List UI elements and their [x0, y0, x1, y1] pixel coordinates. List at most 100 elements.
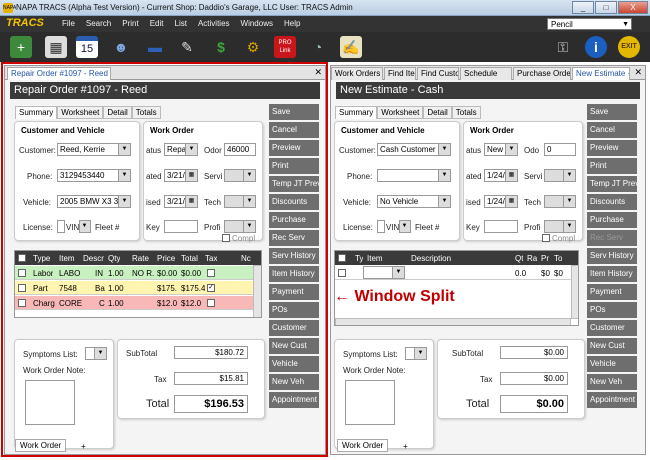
- horizontal-scrollbar[interactable]: [335, 318, 571, 325]
- vin-dropdown[interactable]: ▼: [79, 220, 91, 233]
- promised-date[interactable]: 1/24/▦: [484, 195, 518, 208]
- prolink-icon[interactable]: PRO Link: [274, 36, 296, 58]
- save-button[interactable]: Save: [269, 104, 319, 120]
- vin-dropdown[interactable]: ▼: [399, 220, 411, 233]
- col-price[interactable]: Pr: [541, 254, 549, 263]
- menu-file[interactable]: File: [62, 19, 75, 28]
- car-icon[interactable]: ▬: [140, 36, 170, 58]
- notes-icon[interactable]: ✍: [340, 36, 362, 58]
- work-order-note-field[interactable]: [25, 380, 75, 425]
- purchase-button[interactable]: Purchase: [269, 212, 319, 228]
- work-order-note-field[interactable]: [345, 380, 395, 425]
- people-icon[interactable]: ☻: [110, 36, 132, 58]
- col-rate[interactable]: Ra: [527, 254, 537, 263]
- serv-history-button[interactable]: Serv History: [587, 248, 637, 264]
- new-document-icon[interactable]: +: [10, 36, 32, 58]
- col-price[interactable]: Price: [157, 254, 175, 263]
- customer-field[interactable]: Cash Customer ▼: [377, 143, 451, 156]
- keys-icon[interactable]: ⚿: [552, 36, 574, 58]
- money-icon[interactable]: $: [210, 36, 232, 58]
- purchase-button[interactable]: Purchase: [587, 212, 637, 228]
- discounts-button[interactable]: Discounts: [269, 194, 319, 210]
- preview-button[interactable]: Preview: [269, 140, 319, 156]
- row-checkbox[interactable]: [18, 269, 26, 277]
- complete-checkbox[interactable]: [542, 234, 550, 242]
- subtab-detail[interactable]: Detail: [103, 106, 132, 119]
- table-row[interactable]: Labor LABO IN 1.00 NO R. $0.00 $0.00: [15, 266, 261, 280]
- complete-checkbox[interactable]: [222, 234, 230, 242]
- item-history-button[interactable]: Item History: [587, 266, 637, 282]
- service-writer-dropdown[interactable]: ▼: [224, 169, 256, 182]
- table-row[interactable]: ▼ 0.0 $0 $0: [335, 266, 578, 280]
- menu-edit[interactable]: Edit: [150, 19, 164, 28]
- col-description[interactable]: Description: [411, 254, 451, 263]
- profile-dropdown[interactable]: ▼: [544, 220, 576, 233]
- tax-checkbox[interactable]: [207, 269, 215, 277]
- phone-field[interactable]: ▼: [377, 169, 451, 182]
- maximize-button[interactable]: □: [595, 1, 617, 14]
- vertical-scrollbar[interactable]: [571, 265, 578, 319]
- col-item[interactable]: Item: [59, 254, 75, 263]
- key-field[interactable]: [164, 220, 198, 233]
- tab-work-orders[interactable]: Work Orders: [331, 67, 383, 80]
- menu-help[interactable]: Help: [284, 19, 300, 28]
- col-nc[interactable]: Nc: [241, 254, 251, 263]
- tab-find-item[interactable]: Find Ite: [384, 67, 416, 80]
- phone-field[interactable]: 3129453440 ▼: [57, 169, 131, 182]
- col-total[interactable]: Total: [181, 254, 198, 263]
- pos-button[interactable]: POs: [269, 302, 319, 318]
- tech-dropdown[interactable]: ▼: [544, 195, 576, 208]
- subtab-totals[interactable]: Totals: [451, 106, 481, 119]
- tab-find-customer[interactable]: Find Custo: [417, 67, 459, 80]
- col-total[interactable]: To: [554, 254, 562, 263]
- appointment-button[interactable]: Appointment: [587, 392, 637, 408]
- new-cust-button[interactable]: New Cust: [587, 338, 637, 354]
- col-rate[interactable]: Rate: [132, 254, 149, 263]
- rec-serv-button[interactable]: Rec Serv: [269, 230, 319, 246]
- close-icon[interactable]: ✕: [314, 67, 322, 78]
- parts-icon[interactable]: ⚙: [242, 36, 264, 58]
- license-field[interactable]: [377, 220, 385, 233]
- appointment-button[interactable]: Appointment: [269, 392, 319, 408]
- close-icon[interactable]: ✕: [634, 67, 642, 78]
- table-row[interactable]: Charg CORE C 1.00 $12.0 $12.0: [15, 296, 261, 310]
- preview-button[interactable]: Preview: [587, 140, 637, 156]
- tab-schedule[interactable]: Schedule: [460, 67, 512, 80]
- info-icon[interactable]: i: [585, 36, 607, 58]
- service-writer-dropdown[interactable]: ▼: [544, 169, 576, 182]
- new-veh-button[interactable]: New Veh: [587, 374, 637, 390]
- vehicle-button[interactable]: Vehicle: [587, 356, 637, 372]
- tab-purchase-orders[interactable]: Purchase Orde: [513, 67, 571, 80]
- tab-new-estimate[interactable]: New Estimate -: [572, 67, 630, 80]
- promised-date[interactable]: 3/21/▦: [164, 195, 198, 208]
- row-checkbox[interactable]: [18, 284, 26, 292]
- vehicle-field[interactable]: No Vehicle ▼: [377, 195, 451, 208]
- select-all-checkbox[interactable]: [18, 254, 26, 262]
- new-cust-button[interactable]: New Cust: [269, 338, 319, 354]
- col-description[interactable]: Descr: [83, 254, 105, 263]
- gauge-icon[interactable]: ◔: [307, 36, 329, 58]
- menu-activities[interactable]: Activities: [198, 19, 230, 28]
- symptoms-dropdown[interactable]: ▼: [405, 347, 427, 360]
- exit-icon[interactable]: EXIT: [618, 36, 640, 58]
- discounts-button[interactable]: Discounts: [587, 194, 637, 210]
- col-tax[interactable]: Tax: [205, 254, 217, 263]
- status-dropdown[interactable]: Repai ▼: [164, 143, 198, 156]
- customer-field[interactable]: Reed, Kerrie ▼: [57, 143, 131, 156]
- add-tab-button[interactable]: +: [399, 441, 412, 452]
- license-field[interactable]: [57, 220, 65, 233]
- menu-print[interactable]: Print: [122, 19, 138, 28]
- row-checkbox[interactable]: [338, 269, 346, 277]
- menu-list[interactable]: List: [175, 19, 187, 28]
- vertical-scrollbar[interactable]: [253, 265, 261, 317]
- key-field[interactable]: [484, 220, 518, 233]
- tax-checkbox[interactable]: ✓: [207, 284, 215, 292]
- new-veh-button[interactable]: New Veh: [269, 374, 319, 390]
- symptoms-dropdown[interactable]: ▼: [85, 347, 107, 360]
- subtab-summary[interactable]: Summary: [335, 106, 378, 119]
- calendar-icon[interactable]: 15: [76, 36, 98, 58]
- temp-jt-preview-button[interactable]: Temp JT Prev: [587, 176, 637, 192]
- subtab-detail[interactable]: Detail: [423, 106, 452, 119]
- menu-windows[interactable]: Windows: [241, 19, 273, 28]
- menu-search[interactable]: Search: [86, 19, 111, 28]
